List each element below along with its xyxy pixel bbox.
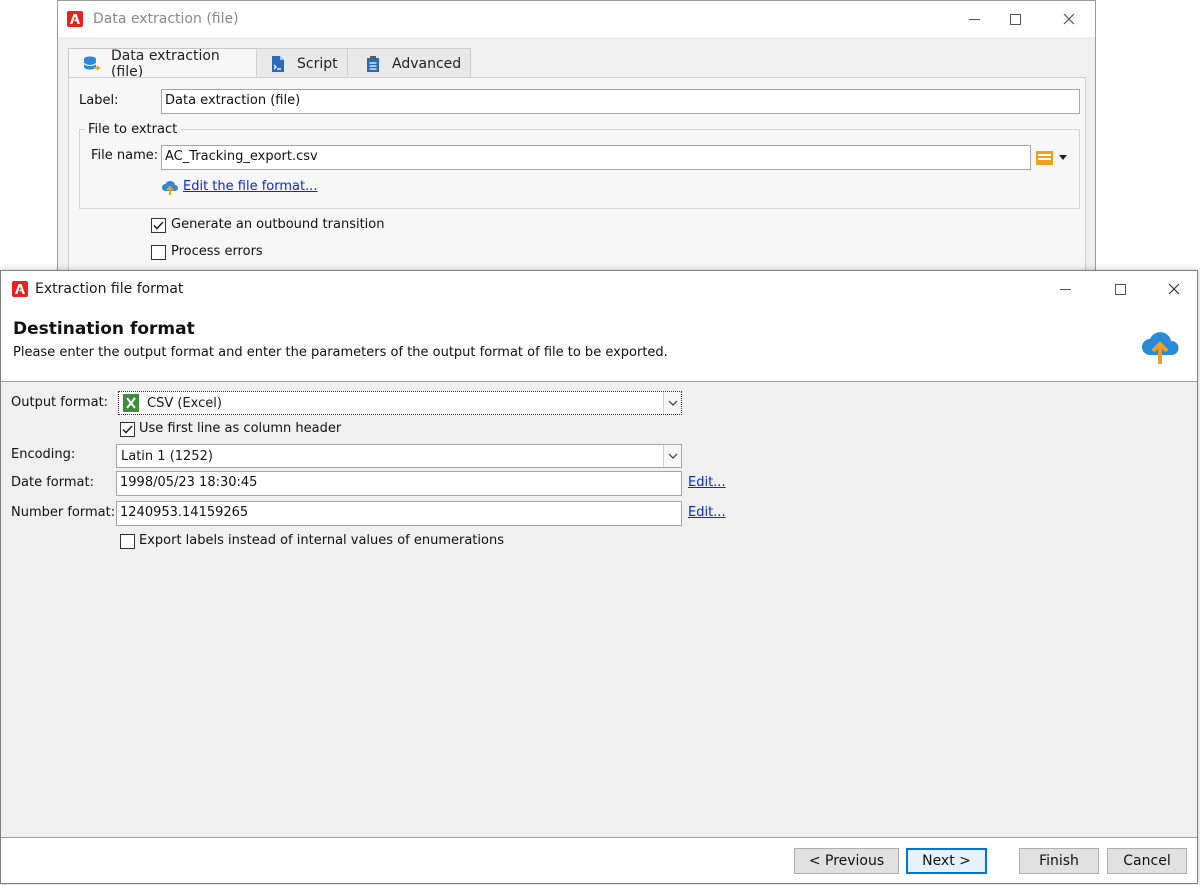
cancel-label: Cancel — [1123, 853, 1171, 869]
dialog-body: Output format: CSV (Excel) Use first lin… — [1, 382, 1197, 837]
first-line-header-checkbox[interactable] — [120, 422, 135, 437]
excel-icon — [123, 394, 139, 412]
number-format-edit-link[interactable]: Edit... — [688, 505, 726, 520]
output-format-caption: Output format: — [11, 395, 109, 410]
next-label: Next > — [922, 853, 971, 869]
cloud-upload-icon — [1142, 332, 1179, 364]
adobe-logo-icon — [67, 11, 83, 27]
export-labels-label: Export labels instead of internal values… — [139, 533, 504, 548]
process-errors-label: Process errors — [171, 244, 263, 259]
dropdown-button[interactable] — [663, 445, 681, 467]
minimize-button[interactable] — [1042, 274, 1088, 304]
file-name-caption: File name: — [91, 148, 159, 163]
tab-advanced[interactable]: Advanced — [347, 48, 471, 78]
finish-label: Finish — [1039, 853, 1079, 869]
previous-button[interactable]: < Previous — [794, 848, 899, 874]
checkmark-icon — [153, 221, 164, 230]
close-icon — [1168, 283, 1180, 295]
script-file-icon — [272, 55, 284, 72]
dialog-title-bar: Extraction file format — [1, 271, 1197, 307]
output-format-value: CSV (Excel) — [147, 395, 222, 411]
close-button[interactable] — [1151, 274, 1197, 304]
edit-file-format-link[interactable]: Edit the file format... — [183, 179, 317, 194]
bg-window-title: Data extraction (file) — [93, 11, 239, 27]
minimize-button[interactable] — [951, 4, 997, 34]
adobe-logo-icon — [12, 281, 28, 297]
date-format-caption: Date format: — [11, 475, 94, 490]
tab-panel: Label: Data extraction (file) File to ex… — [68, 77, 1086, 277]
label-caption: Label: — [79, 93, 119, 108]
file-picker-button[interactable] — [1036, 149, 1070, 167]
date-format-edit-link[interactable]: Edit... — [688, 475, 726, 490]
maximize-icon — [1114, 283, 1126, 295]
export-labels-checkbox[interactable] — [120, 534, 135, 549]
close-button[interactable] — [1046, 4, 1092, 34]
process-errors-checkbox[interactable] — [151, 245, 166, 260]
folder-browse-icon — [1036, 151, 1053, 165]
footer-separator — [1, 837, 1197, 838]
dialog-title: Extraction file format — [35, 281, 184, 297]
tab-label: Script — [297, 55, 338, 72]
generate-transition-checkbox[interactable] — [151, 218, 166, 233]
tab-label: Advanced — [392, 55, 462, 72]
encoding-caption: Encoding: — [11, 447, 76, 462]
page-title: Destination format — [13, 319, 195, 339]
dropdown-button[interactable] — [663, 392, 681, 414]
encoding-select[interactable]: Latin 1 (1252) — [116, 444, 682, 468]
chevron-down-icon — [668, 453, 677, 459]
number-format-input[interactable]: 1240953.14159265 — [116, 501, 682, 526]
minimize-icon — [1059, 288, 1071, 290]
tab-label: Data extraction (file) — [110, 48, 220, 80]
database-export-icon — [83, 56, 101, 71]
extraction-file-format-dialog: Extraction file format Destination forma… — [0, 270, 1198, 884]
number-format-caption: Number format: — [11, 505, 116, 520]
tab-script[interactable]: Script — [256, 48, 348, 78]
tab-data-extraction[interactable]: Data extraction (file) — [68, 48, 257, 80]
chevron-down-icon — [668, 400, 677, 406]
label-input[interactable]: Data extraction (file) — [161, 89, 1080, 114]
maximize-icon — [1009, 13, 1021, 25]
previous-label: < Previous — [808, 853, 885, 869]
finish-button[interactable]: Finish — [1019, 848, 1099, 874]
data-extraction-window: Data extraction (file) Data extraction (… — [57, 0, 1096, 277]
minimize-icon — [968, 18, 980, 20]
next-button[interactable]: Next > — [906, 848, 987, 874]
file-name-input[interactable]: AC_Tracking_export.csv — [161, 145, 1031, 170]
clipboard-settings-icon — [367, 55, 379, 72]
output-format-select[interactable]: CSV (Excel) — [118, 391, 682, 415]
checkmark-icon — [122, 425, 133, 434]
page-description: Please enter the output format and enter… — [13, 345, 668, 360]
maximize-button[interactable] — [1097, 274, 1143, 304]
first-line-header-label: Use first line as column header — [139, 421, 342, 436]
chevron-down-icon — [1059, 155, 1067, 160]
cloud-upload-icon — [162, 180, 178, 195]
generate-transition-label: Generate an outbound transition — [171, 217, 385, 232]
cancel-button[interactable]: Cancel — [1107, 848, 1187, 874]
encoding-value: Latin 1 (1252) — [121, 448, 213, 464]
close-icon — [1063, 13, 1075, 25]
bg-title-bar: Data extraction (file) — [58, 1, 1095, 37]
maximize-button[interactable] — [992, 4, 1038, 34]
group-title: File to extract — [85, 122, 181, 137]
date-format-input[interactable]: 1998/05/23 18:30:45 — [116, 471, 682, 496]
